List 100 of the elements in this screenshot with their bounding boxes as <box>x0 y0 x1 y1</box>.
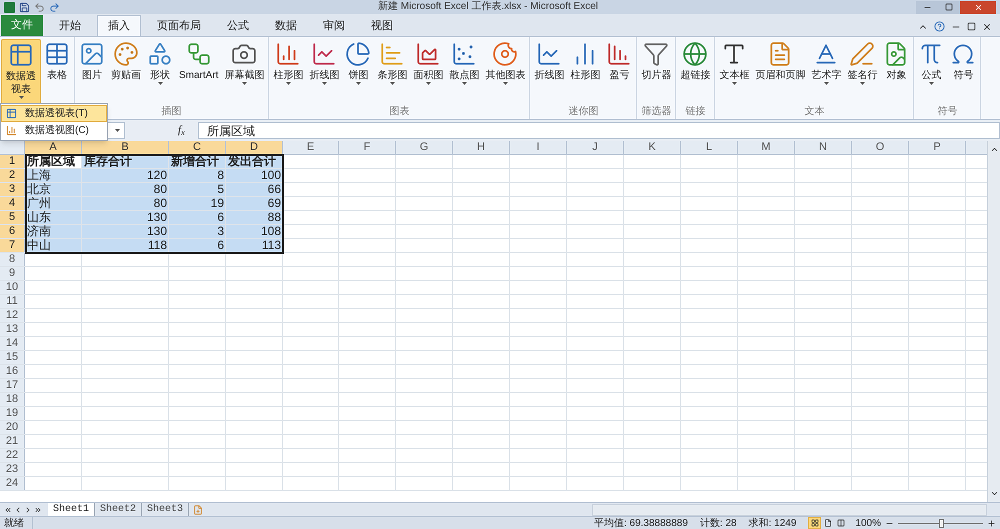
ribbon-tab[interactable]: 数据 <box>265 16 307 36</box>
ribbon-button[interactable]: 艺术字 <box>808 39 844 105</box>
first-sheet-icon[interactable] <box>4 506 12 514</box>
row-header[interactable]: 7 <box>0 239 25 252</box>
row-header[interactable]: 5 <box>0 211 25 224</box>
row-header[interactable]: 18 <box>0 393 25 406</box>
close-workbook-icon[interactable] <box>982 22 992 32</box>
slider-thumb[interactable] <box>938 518 944 528</box>
column-header[interactable]: C <box>169 141 226 154</box>
ribbon-tab[interactable]: 审阅 <box>313 16 355 36</box>
last-sheet-icon[interactable] <box>34 506 42 514</box>
menu-item[interactable]: 数据透视表(T) <box>1 105 107 122</box>
scroll-bar[interactable] <box>987 141 1000 502</box>
column-header[interactable]: F <box>339 141 396 154</box>
ribbon-button[interactable]: 公式 <box>915 39 948 105</box>
minimize-button[interactable] <box>916 0 938 14</box>
column-header[interactable]: B <box>82 141 169 154</box>
ribbon-button[interactable]: 盈亏 <box>603 39 636 105</box>
row-header[interactable]: 4 <box>0 197 25 210</box>
previous-sheet-icon[interactable] <box>14 506 22 514</box>
row-header[interactable]: 20 <box>0 421 25 434</box>
column-header[interactable]: P <box>909 141 966 154</box>
save-icon[interactable] <box>19 2 30 12</box>
column-header[interactable]: G <box>396 141 453 154</box>
row-header[interactable]: 6 <box>0 225 25 238</box>
ribbon-button[interactable]: 柱形图 <box>567 39 604 105</box>
ribbon-button[interactable]: 散点图 <box>446 39 482 105</box>
view-button[interactable] <box>808 517 822 529</box>
ribbon-button[interactable]: 折线图 <box>306 39 342 105</box>
row-header[interactable]: 14 <box>0 337 25 350</box>
menu-item[interactable]: 数据透视图(C) <box>1 122 107 139</box>
column-header[interactable]: I <box>510 141 567 154</box>
ribbon-button[interactable]: 对象 <box>880 39 912 105</box>
ribbon-button[interactable]: 文本框 <box>716 39 752 105</box>
column-header[interactable]: L <box>681 141 738 154</box>
row-header[interactable]: 21 <box>0 435 25 448</box>
ribbon-button[interactable]: 表格 <box>41 39 73 105</box>
zoom-slider[interactable] <box>898 518 983 528</box>
ribbon-button[interactable]: 屏幕截图 <box>221 39 268 105</box>
help-icon[interactable] <box>934 21 945 32</box>
row-header[interactable]: 12 <box>0 309 25 322</box>
row-header[interactable]: 1 <box>0 155 25 168</box>
horizontal-scroll-bar[interactable] <box>592 504 987 516</box>
scroll-down-icon[interactable] <box>990 489 998 498</box>
row-header[interactable]: 17 <box>0 379 25 392</box>
row-header[interactable]: 15 <box>0 351 25 364</box>
ribbon-tab[interactable]: 开始 <box>49 16 91 36</box>
ribbon-button[interactable]: 超链接 <box>677 39 714 105</box>
row-header[interactable]: 13 <box>0 323 25 336</box>
ribbon-tab[interactable]: 公式 <box>217 16 259 36</box>
ribbon-button[interactable]: 符号 <box>947 39 980 105</box>
column-header[interactable]: O <box>852 141 909 154</box>
row-header[interactable]: 11 <box>0 295 25 308</box>
column-header[interactable]: J <box>567 141 624 154</box>
fx-label[interactable]: f$_{x}$ <box>178 122 194 139</box>
column-header[interactable]: M <box>738 141 795 154</box>
scroll-up-icon[interactable] <box>990 145 998 154</box>
undo-icon[interactable] <box>34 2 45 12</box>
row-header[interactable]: 23 <box>0 463 25 476</box>
column-header[interactable]: N <box>795 141 852 154</box>
ribbon-button[interactable]: 面积图 <box>410 39 446 105</box>
ribbon-tab[interactable]: 页面布局 <box>147 16 211 36</box>
ribbon-button[interactable]: 页眉和页脚 <box>752 39 808 105</box>
close-button[interactable] <box>960 0 996 14</box>
sheet-tab[interactable]: Sheet1 <box>48 503 96 516</box>
ribbon-button[interactable]: 切片器 <box>638 39 674 105</box>
ribbon-button[interactable]: 数据透视表 <box>1 39 41 105</box>
ribbon-button[interactable]: 其他图表 <box>482 39 528 105</box>
column-header[interactable]: D <box>226 141 283 154</box>
ribbon-button[interactable]: 剪贴画 <box>108 39 144 105</box>
row-header[interactable]: 10 <box>0 281 25 294</box>
ribbon-button[interactable]: 签名行 <box>844 39 880 105</box>
ribbon-button[interactable]: 形状 <box>144 39 176 105</box>
redo-icon[interactable] <box>49 2 60 12</box>
row-header[interactable]: 9 <box>0 267 25 280</box>
ribbon-tab[interactable]: 插入 <box>97 15 141 36</box>
row-header[interactable]: 8 <box>0 253 25 266</box>
ribbon-tab[interactable]: 视图 <box>361 16 403 36</box>
row-header[interactable]: 16 <box>0 365 25 378</box>
zoom-in-icon[interactable] <box>987 518 996 528</box>
ribbon-button[interactable]: 条形图 <box>374 39 410 105</box>
next-sheet-icon[interactable] <box>24 506 32 514</box>
row-header[interactable]: 22 <box>0 449 25 462</box>
ribbon-button[interactable]: 柱形图 <box>270 39 306 105</box>
row-header[interactable]: 3 <box>0 183 25 196</box>
ribbon-button[interactable]: SmartArt <box>176 39 222 105</box>
ribbon-tab[interactable]: 文件 <box>1 15 43 36</box>
column-header[interactable]: H <box>453 141 510 154</box>
restore-workbook-icon[interactable] <box>967 22 976 31</box>
column-header[interactable]: K <box>624 141 681 154</box>
row-header[interactable]: 24 <box>0 477 25 490</box>
row-header[interactable]: 19 <box>0 407 25 420</box>
row-header[interactable]: 2 <box>0 169 25 182</box>
ribbon-button[interactable]: 图片 <box>76 39 108 105</box>
maximize-button[interactable] <box>938 0 960 14</box>
column-header[interactable]: E <box>283 141 339 154</box>
ribbon-button[interactable]: 饼图 <box>342 39 374 105</box>
ribbon-button[interactable]: 折线图 <box>531 39 568 105</box>
formula-field[interactable]: 所属区域 <box>198 122 1000 139</box>
column-header[interactable]: A <box>25 141 82 154</box>
